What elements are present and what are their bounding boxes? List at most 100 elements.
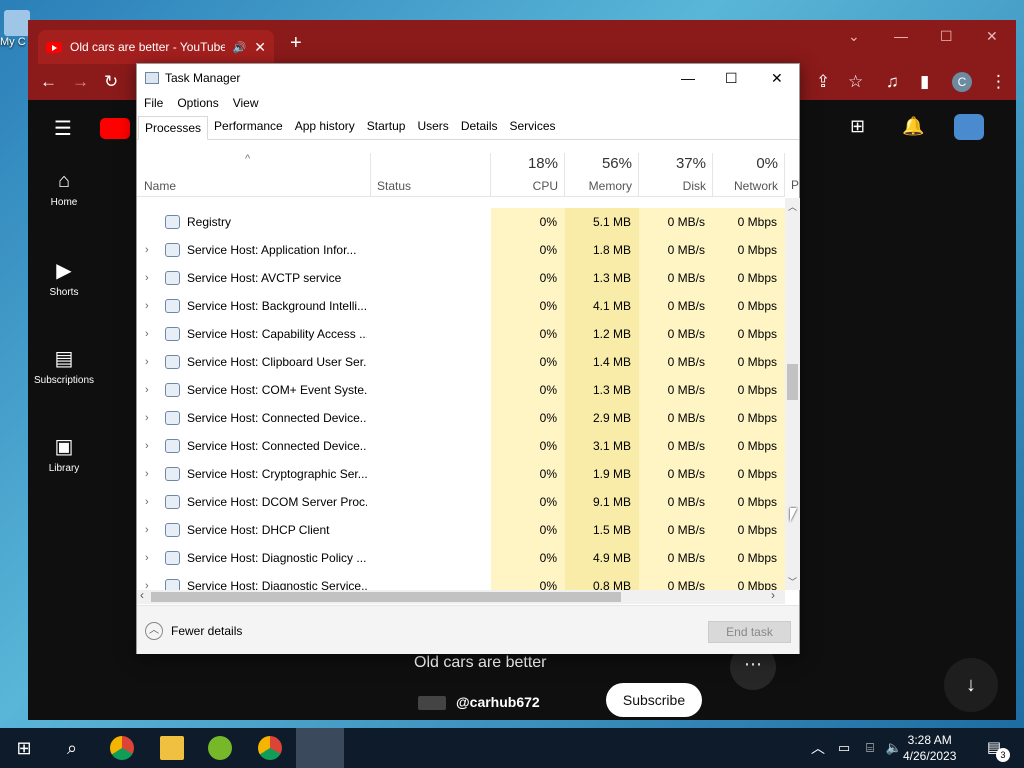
utorrent-icon[interactable]	[208, 736, 232, 760]
tab-search-icon[interactable]: ⌄	[848, 28, 860, 45]
back-icon[interactable]: ←	[40, 72, 57, 92]
menu-options[interactable]: Options	[177, 96, 218, 110]
column-header-cpu[interactable]: 18% CPU	[491, 153, 565, 197]
notifications-bell-icon[interactable]: 🔔	[902, 116, 924, 137]
menu-kebab-icon[interactable]: ⋮	[990, 72, 1007, 92]
create-video-icon[interactable]: ⊞	[850, 116, 865, 137]
profile-avatar[interactable]: C	[952, 72, 972, 92]
forward-icon[interactable]: →	[72, 72, 89, 92]
vertical-scrollbar[interactable]: ︿ ﹀	[785, 198, 800, 590]
expand-chevron-icon[interactable]: ›	[145, 488, 155, 516]
horizontal-scrollbar[interactable]: ‹ ›	[137, 588, 785, 604]
tray-overflow-chevron-icon[interactable]: ︿	[806, 736, 830, 760]
expand-chevron-icon[interactable]: ›	[145, 376, 155, 404]
speaker-icon[interactable]: 🔊	[233, 41, 247, 54]
bookmark-star-icon[interactable]: ☆	[848, 72, 863, 92]
vertical-scroll-thumb[interactable]	[787, 364, 798, 400]
browser-tab[interactable]: Old cars are better - YouTube 🔊 ✕	[38, 30, 274, 64]
minimize-icon[interactable]: —	[681, 70, 695, 86]
reload-icon[interactable]: ↻	[104, 72, 118, 92]
sidebar-item-library[interactable]: ▣ Library	[28, 434, 100, 508]
scroll-down-icon[interactable]: ﹀	[788, 575, 797, 588]
column-header-status[interactable]: Status	[371, 153, 491, 197]
tray-device-icon[interactable]: ▭	[832, 736, 856, 760]
process-row[interactable]: › Service Host: Cryptographic Ser... 0% 1.9…	[137, 460, 785, 488]
column-header-power[interactable]: P	[791, 178, 799, 192]
youtube-logo-icon[interactable]	[100, 118, 130, 139]
new-tab-button[interactable]: +	[290, 32, 302, 55]
tab-services[interactable]: Services	[504, 115, 562, 139]
desktop-icon-my-computer[interactable]: My C	[0, 10, 30, 48]
tab-processes[interactable]: Processes	[138, 116, 209, 140]
network-icon[interactable]: ⌸	[858, 736, 882, 760]
windows-start-icon[interactable]: ⊞	[12, 736, 36, 760]
chrome-profile-icon[interactable]	[258, 736, 282, 760]
close-tab-icon[interactable]: ✕	[254, 39, 266, 56]
maximize-icon[interactable]: ☐	[940, 28, 953, 45]
maximize-icon[interactable]: ☐	[725, 70, 738, 87]
channel-logo-icon[interactable]	[418, 696, 446, 710]
process-row[interactable]: › Service Host: AVCTP service 0% 1.3 MB 0 MB…	[137, 264, 785, 292]
process-row[interactable]: › Service Host: DCOM Server Proc... 0% 9.1 …	[137, 488, 785, 516]
file-explorer-icon[interactable]	[160, 736, 184, 760]
search-icon[interactable]: ⌕	[60, 736, 84, 760]
expand-chevron-icon[interactable]: ›	[145, 292, 155, 320]
expand-chevron-icon[interactable]: ›	[145, 264, 155, 292]
end-task-button[interactable]: End task	[708, 621, 791, 643]
column-header-disk[interactable]: 37% Disk	[639, 153, 713, 197]
clock[interactable]: 3:28 AM 4/26/2023	[903, 732, 956, 764]
process-row[interactable]: › Service Host: Diagnostic Service... 0% 0.…	[137, 572, 785, 590]
tab-startup[interactable]: Startup	[361, 115, 412, 139]
tab-app-history[interactable]: App history	[289, 115, 361, 139]
expand-chevron-icon[interactable]: ›	[145, 516, 155, 544]
expand-chevron-icon[interactable]: ›	[145, 348, 155, 376]
column-header-network[interactable]: 0% Network	[713, 153, 785, 197]
menu-view[interactable]: View	[233, 96, 259, 110]
column-header-memory[interactable]: 56% Memory	[565, 153, 639, 197]
expand-chevron-icon[interactable]: ›	[145, 432, 155, 460]
media-control-icon[interactable]: ♫	[886, 72, 899, 92]
scroll-down-icon[interactable]: ↓	[944, 658, 998, 712]
tab-details[interactable]: Details	[455, 115, 504, 139]
process-row[interactable]: › Service Host: Capability Access ... 0% 1.…	[137, 320, 785, 348]
expand-chevron-icon[interactable]: ›	[145, 236, 155, 264]
tab-users[interactable]: Users	[411, 115, 454, 139]
task-manager-taskbar-button[interactable]	[296, 728, 344, 768]
chrome-icon[interactable]	[110, 736, 134, 760]
process-row[interactable]: › Service Host: Background Intelli... 0% 4.…	[137, 292, 785, 320]
process-row[interactable]: › Service Host: Application Infor... 0% 1.8…	[137, 236, 785, 264]
sidebar-item-shorts[interactable]: ▶ Shorts	[28, 258, 100, 332]
process-row[interactable]: › Service Host: DHCP Client 0% 1.5 MB 0 MB/s…	[137, 516, 785, 544]
account-avatar[interactable]	[954, 114, 984, 140]
minimize-icon[interactable]: —	[894, 28, 908, 44]
side-panel-icon[interactable]: ▮	[920, 72, 929, 92]
expand-chevron-icon[interactable]: ›	[145, 404, 155, 432]
close-icon[interactable]: ✕	[771, 70, 783, 87]
scroll-left-icon[interactable]: ‹	[140, 588, 144, 602]
column-header-name[interactable]: ^ Name	[137, 153, 371, 197]
process-row[interactable]: › Service Host: Diagnostic Policy ... 0% 4.…	[137, 544, 785, 572]
sidebar-item-home[interactable]: ⌂ Home	[28, 170, 100, 244]
subscribe-button[interactable]: Subscribe	[606, 683, 702, 717]
expand-chevron-icon[interactable]: ›	[145, 544, 155, 572]
expand-chevron-icon[interactable]: ›	[145, 572, 155, 590]
process-row[interactable]: › Service Host: Connected Device... 0% 3.1 …	[137, 432, 785, 460]
share-icon[interactable]: ⇪	[816, 72, 830, 92]
channel-name[interactable]: @carhub672	[456, 694, 540, 710]
tab-performance[interactable]: Performance	[208, 115, 289, 139]
process-row[interactable]: Registry 0% 5.1 MB 0 MB/s 0 Mbps	[137, 208, 785, 236]
expand-chevron-icon[interactable]: ›	[145, 460, 155, 488]
process-icon	[165, 271, 180, 285]
close-icon[interactable]: ✕	[986, 28, 998, 45]
hamburger-menu-icon[interactable]: ☰	[54, 116, 72, 141]
process-row[interactable]: › Service Host: Connected Device... 0% 2.9 …	[137, 404, 785, 432]
sidebar-item-subscriptions[interactable]: ▤ Subscriptions	[28, 346, 100, 420]
menu-file[interactable]: File	[144, 96, 163, 110]
horizontal-scroll-thumb[interactable]	[151, 592, 621, 602]
process-row[interactable]: › Service Host: Clipboard User Ser... 0% 1.…	[137, 348, 785, 376]
process-row[interactable]: › Service Host: COM+ Event Syste... 0% 1.3 …	[137, 376, 785, 404]
scroll-right-icon[interactable]: ›	[771, 588, 775, 602]
scroll-up-icon[interactable]: ︿	[788, 200, 797, 213]
fewer-details-button[interactable]: ︿ Fewer details	[145, 622, 242, 640]
expand-chevron-icon[interactable]: ›	[145, 320, 155, 348]
